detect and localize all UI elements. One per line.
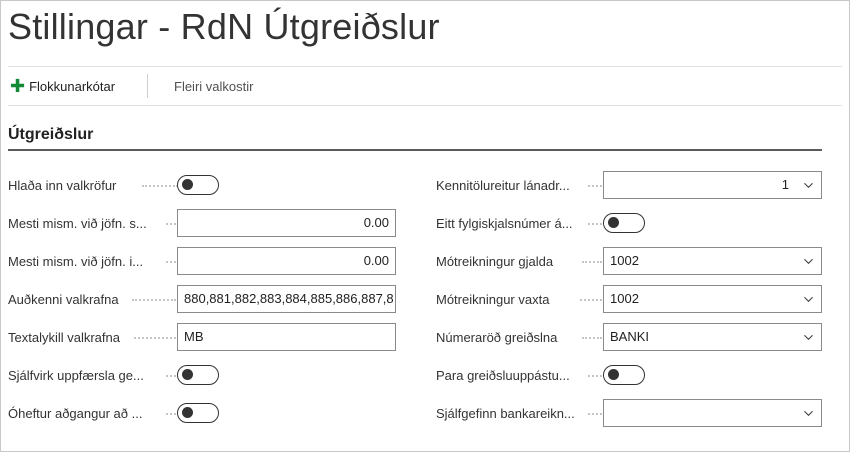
field-label: Mesti mism. við jöfn. s... [8, 216, 147, 231]
expense-account-select[interactable]: 1002 [603, 247, 822, 275]
single-voucher-toggle[interactable] [603, 213, 645, 233]
page-title: Stillingar - RdN Útgreiðslur [8, 6, 440, 47]
label-leader [166, 375, 176, 377]
unrestricted-access-toggle[interactable] [177, 403, 219, 423]
field-row-single-voucher: Eitt fylgiskjalsnúmer á... [436, 209, 822, 237]
max-diff-2-input[interactable]: 0.00 [177, 247, 396, 275]
match-payments-toggle[interactable] [603, 365, 645, 385]
section-underline [8, 149, 822, 151]
field-label: Sjálfgefinn bankareikn... [436, 406, 575, 421]
field-label: Sjálfvirk uppfærsla ge... [8, 368, 144, 383]
claim-ids-input[interactable]: 880,881,882,883,884,885,886,887,8 [177, 285, 396, 313]
title-divider [8, 66, 842, 67]
field-row-text-key: Textalykill valkrafna MB [8, 323, 396, 351]
field-label: Númeraröð greiðslna [436, 330, 558, 345]
field-row-expense-account: Mótreikningur gjalda 1002 [436, 247, 822, 275]
field-row-match-payments: Para greiðsluuppástu... [436, 361, 822, 389]
label-leader [588, 223, 602, 225]
more-options-label: Fleiri valkostir [174, 79, 254, 94]
field-label: Auðkenni valkrafna [8, 292, 119, 307]
select-value: 1 [781, 177, 789, 192]
chevron-down-icon [804, 296, 813, 303]
field-row-payment-series: Númeraröð greiðslna BANKI [436, 323, 822, 351]
label-leader [580, 299, 602, 301]
field-label: Hlaða inn valkröfur [8, 178, 117, 193]
select-value: 1002 [610, 291, 639, 306]
field-label: Eitt fylgiskjalsnúmer á... [436, 216, 573, 231]
label-leader [588, 375, 602, 377]
field-row-default-bank: Sjálfgefinn bankareikn... [436, 399, 822, 427]
chevron-down-icon [804, 334, 813, 341]
payment-series-select[interactable]: BANKI [603, 323, 822, 351]
chevron-down-icon [804, 182, 813, 189]
field-label: Mótreikningur vaxta [436, 292, 550, 307]
label-leader [132, 299, 176, 301]
toggle-knob [608, 369, 619, 380]
section-title: Útgreiðslur [8, 126, 94, 143]
action-bar-divider [8, 105, 842, 106]
select-value: BANKI [610, 329, 650, 344]
field-row-max-diff-2: Mesti mism. við jöfn. i... 0.00 [8, 247, 396, 275]
field-label: Mótreikningur gjalda [436, 254, 554, 269]
toggle-knob [608, 217, 619, 228]
label-leader [582, 261, 602, 263]
default-bank-select[interactable] [603, 399, 822, 427]
plus-icon: ✚ [10, 76, 26, 96]
more-options-button[interactable]: Fleiri valkostir [174, 79, 253, 94]
toggle-knob [182, 369, 193, 380]
field-row-claim-ids: Auðkenni valkrafna 880,881,882,883,884,8… [8, 285, 396, 313]
label-leader [588, 413, 602, 415]
interest-account-select[interactable]: 1002 [603, 285, 822, 313]
select-value: 1002 [610, 253, 639, 268]
field-label: Kennitölureitur lánadr... [436, 178, 570, 193]
label-leader [142, 185, 178, 187]
field-row-unrestricted-access: Óheftur aðgangur að ... [8, 399, 396, 427]
load-claims-toggle[interactable] [177, 175, 219, 195]
vendor-id-select[interactable]: 1 [603, 171, 822, 199]
text-key-input[interactable]: MB [177, 323, 396, 351]
add-categories-label: Flokkunarkótar [29, 79, 116, 94]
label-leader [134, 337, 176, 339]
add-categories-button[interactable]: ✚ Flokkunarkótar [10, 76, 116, 96]
label-leader [166, 223, 176, 225]
field-label: Óheftur aðgangur að ... [8, 406, 143, 421]
field-row-vendor-id: Kennitölureitur lánadr... 1 [436, 171, 822, 199]
field-row-max-diff-1: Mesti mism. við jöfn. s... 0.00 [8, 209, 396, 237]
label-leader [588, 185, 602, 187]
max-diff-1-input[interactable]: 0.00 [177, 209, 396, 237]
label-leader [166, 261, 176, 263]
action-separator [147, 74, 148, 98]
toggle-knob [182, 407, 193, 418]
field-row-interest-account: Mótreikningur vaxta 1002 [436, 285, 822, 313]
field-label: Mesti mism. við jöfn. i... [8, 254, 144, 269]
field-label: Para greiðsluuppástu... [436, 368, 570, 383]
auto-update-toggle[interactable] [177, 365, 219, 385]
label-leader [166, 413, 176, 415]
chevron-down-icon [804, 258, 813, 265]
label-leader [582, 337, 602, 339]
field-row-load-claims: Hlaða inn valkröfur [8, 171, 396, 199]
chevron-down-icon [804, 410, 813, 417]
toggle-knob [182, 179, 193, 190]
field-label: Textalykill valkrafna [8, 330, 120, 345]
field-row-auto-update: Sjálfvirk uppfærsla ge... [8, 361, 396, 389]
